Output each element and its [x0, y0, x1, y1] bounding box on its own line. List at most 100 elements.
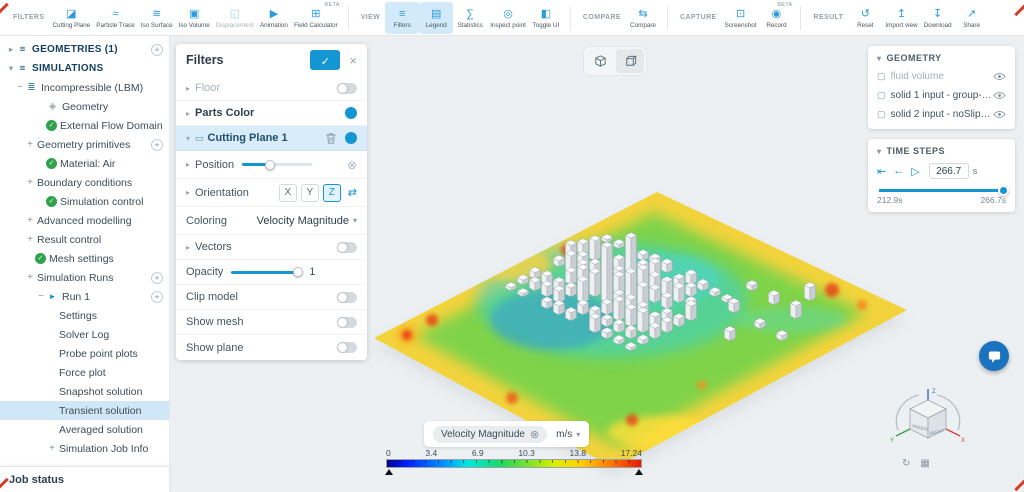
- visibility-eye-icon[interactable]: [993, 72, 1006, 81]
- filter-row-show-mesh[interactable]: Show mesh: [176, 310, 367, 335]
- toolbar-button[interactable]: BETA Record: [759, 2, 793, 34]
- tree-item[interactable]: Incompressible (LBM): [0, 78, 169, 97]
- tree-item[interactable]: Simulation Job Info: [0, 439, 169, 458]
- step-back-button[interactable]: [893, 165, 904, 177]
- perspective-view-button[interactable]: [586, 49, 614, 73]
- toolbar-button[interactable]: Toggle UI: [529, 2, 563, 34]
- filter-row-floor[interactable]: Floor: [176, 76, 367, 101]
- add-button[interactable]: +: [151, 272, 163, 284]
- show-plane-toggle[interactable]: [337, 342, 357, 353]
- delete-trash-icon[interactable]: [325, 132, 337, 145]
- geometry-item[interactable]: solid 1 input - group-all...: [868, 86, 1015, 105]
- time-slider[interactable]: [879, 189, 1004, 192]
- tree-item[interactable]: Averaged solution: [0, 420, 169, 439]
- toolbar-button[interactable]: Legend: [419, 2, 453, 34]
- tree-caret-icon[interactable]: [25, 215, 35, 226]
- tree-item[interactable]: Geometry primitives +: [0, 135, 169, 154]
- tree-item[interactable]: Geometry: [0, 97, 169, 116]
- filter-row-vectors[interactable]: Vectors: [176, 235, 367, 260]
- tree-item[interactable]: GEOMETRIES (1) +: [0, 40, 169, 59]
- filter-row-parts-color[interactable]: Parts Color: [176, 101, 367, 126]
- tree-item[interactable]: Solver Log: [0, 325, 169, 344]
- remove-field-icon[interactable]: [530, 428, 539, 441]
- tree-item[interactable]: Advanced modelling: [0, 211, 169, 230]
- colorbar-max-marker[interactable]: [635, 469, 643, 475]
- toolbar-button[interactable]: Import view: [882, 2, 920, 34]
- toolbar-button[interactable]: Download: [921, 2, 955, 34]
- grid-toggle-icon[interactable]: [920, 458, 929, 469]
- reset-view-icon[interactable]: [902, 458, 910, 469]
- filter-row-show-plane[interactable]: Show plane: [176, 335, 367, 360]
- tree-item[interactable]: Simulation Runs +: [0, 268, 169, 287]
- geometry-panel-header[interactable]: GEOMETRY: [868, 46, 1015, 67]
- apply-filters-button[interactable]: [310, 50, 340, 70]
- close-filters-button[interactable]: [349, 53, 357, 68]
- tree-item[interactable]: Snapshot solution: [0, 382, 169, 401]
- add-button[interactable]: +: [151, 291, 163, 303]
- toolbar-button[interactable]: Animation: [257, 2, 291, 34]
- visibility-eye-icon[interactable]: [993, 110, 1006, 119]
- tree-caret-icon[interactable]: [15, 82, 25, 93]
- time-slider-knob[interactable]: [998, 185, 1009, 196]
- toolbar-button[interactable]: Displacement: [213, 2, 257, 34]
- toolbar-button[interactable]: Iso Surface: [138, 2, 176, 34]
- tree-item[interactable]: SIMULATIONS: [0, 59, 169, 78]
- orientation-axis-button[interactable]: Y: [301, 184, 319, 202]
- toolbar-button[interactable]: Particle Trace: [93, 2, 138, 34]
- clip-model-toggle[interactable]: [337, 292, 357, 303]
- tree-item[interactable]: Transient solution: [0, 401, 169, 420]
- show-mesh-toggle[interactable]: [337, 317, 357, 328]
- tree-item[interactable]: Simulation control: [0, 192, 169, 211]
- toolbar-button[interactable]: Compare: [626, 2, 660, 34]
- toolbar-button[interactable]: Filters: [385, 2, 419, 34]
- floor-toggle[interactable]: [337, 83, 357, 94]
- tree-item[interactable]: Force plot: [0, 363, 169, 382]
- toolbar-button[interactable]: Share: [955, 2, 989, 34]
- visibility-eye-icon[interactable]: [993, 91, 1006, 100]
- tree-item[interactable]: Probe point plots: [0, 344, 169, 363]
- tree-caret-icon[interactable]: [25, 234, 35, 245]
- tree-item[interactable]: Boundary conditions: [0, 173, 169, 192]
- tree-item[interactable]: Run 1 +: [0, 287, 169, 306]
- opacity-slider[interactable]: [231, 271, 301, 274]
- tree-caret-icon[interactable]: [6, 44, 16, 55]
- toolbar-button[interactable]: BETA Field Calculator: [291, 2, 341, 34]
- support-chat-button[interactable]: [979, 341, 1009, 371]
- add-button[interactable]: +: [151, 44, 163, 56]
- time-value-input[interactable]: 266.7: [929, 163, 969, 179]
- tree-caret-icon[interactable]: [25, 272, 35, 283]
- toolbar-button[interactable]: Screenshot: [722, 2, 760, 34]
- toolbar-button[interactable]: Cutting Plane: [49, 2, 93, 34]
- time-steps-header[interactable]: TIME STEPS: [868, 139, 1015, 160]
- cutting-plane-enabled-dot[interactable]: [345, 132, 357, 144]
- toolbar-button[interactable]: Inspect point: [487, 2, 529, 34]
- toolbar-button[interactable]: Statistics: [453, 2, 487, 34]
- opacity-slider-knob[interactable]: [293, 267, 303, 277]
- tree-item[interactable]: External Flow Domain: [0, 116, 169, 135]
- tree-caret-icon[interactable]: [36, 291, 46, 302]
- tree-caret-icon[interactable]: [47, 443, 57, 454]
- tree-caret-icon[interactable]: [25, 177, 35, 188]
- geometry-item[interactable]: fluid volume: [868, 67, 1015, 86]
- position-slider-knob[interactable]: [265, 160, 275, 170]
- job-status-bar[interactable]: Job status: [0, 466, 170, 492]
- tree-item[interactable]: Settings: [0, 306, 169, 325]
- position-slider[interactable]: [242, 163, 312, 166]
- orthographic-view-button[interactable]: [616, 49, 644, 73]
- unit-dropdown[interactable]: m/s: [556, 429, 580, 440]
- parts-color-enabled-dot[interactable]: [345, 107, 357, 119]
- orientation-axis-button[interactable]: Z: [323, 184, 341, 202]
- reset-position-icon[interactable]: [347, 158, 357, 172]
- geometry-item[interactable]: solid 2 input - noSlipBo...: [868, 105, 1015, 124]
- flip-orientation-icon[interactable]: [348, 186, 357, 199]
- tree-item[interactable]: Material: Air: [0, 154, 169, 173]
- orientation-axis-button[interactable]: X: [279, 184, 297, 202]
- toolbar-button[interactable]: Iso Volume: [176, 2, 213, 34]
- tree-item[interactable]: Mesh settings: [0, 249, 169, 268]
- filter-row-clip-model[interactable]: Clip model: [176, 285, 367, 310]
- colorbar-min-marker[interactable]: [385, 469, 393, 475]
- skip-to-start-button[interactable]: [877, 165, 886, 178]
- tree-caret-icon[interactable]: [25, 139, 35, 150]
- filter-row-cutting-plane[interactable]: Cutting Plane 1: [176, 126, 367, 151]
- add-button[interactable]: +: [151, 139, 163, 151]
